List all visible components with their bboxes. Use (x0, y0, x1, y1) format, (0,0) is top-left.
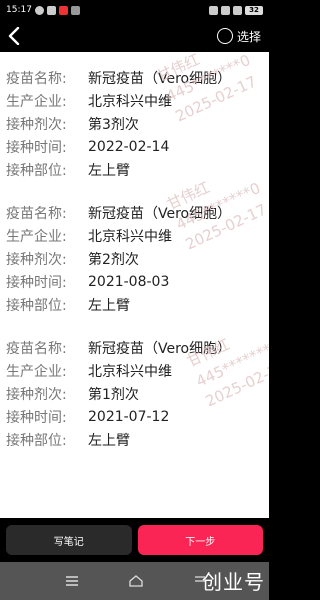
value-manufacturer: 北京科兴中维 (88, 363, 172, 380)
row-site: 接种部位: 左上臂 (6, 293, 263, 316)
value-manufacturer: 北京科兴中维 (88, 93, 172, 110)
menu-icon (66, 576, 78, 586)
status-bar: 15:17 32 (0, 0, 269, 20)
battery-icon: 32 (245, 5, 263, 15)
row-site: 接种部位: 左上臂 (6, 158, 263, 181)
app-notification-icon (46, 5, 56, 15)
value-site: 左上臂 (88, 297, 130, 314)
select-label: 选择 (236, 29, 261, 44)
value-date: 2022-02-14 (88, 138, 170, 155)
label-manufacturer: 生产企业: (6, 363, 67, 380)
value-vaccine-name: 新冠疫苗（Vero细胞） (88, 205, 232, 222)
top-bar: 选择 (0, 20, 269, 52)
row-date: 接种时间: 2022-02-14 (6, 135, 263, 158)
row-manufacturer: 生产企业: 北京科兴中维 (6, 224, 263, 247)
notification-icon (34, 5, 44, 15)
label-vaccine-name: 疫苗名称: (6, 70, 67, 87)
value-dose: 第3剂次 (88, 116, 139, 133)
alarm-icon (209, 5, 218, 15)
row-vaccine-name: 疫苗名称: 新冠疫苗（Vero细胞） (6, 66, 263, 89)
app-notification-icon-2 (58, 5, 68, 15)
row-manufacturer: 生产企业: 北京科兴中维 (6, 89, 263, 112)
home-button[interactable] (126, 571, 146, 591)
label-vaccine-name: 疫苗名称: (6, 340, 67, 357)
wifi-icon (233, 5, 242, 15)
row-date: 接种时间: 2021-08-03 (6, 270, 263, 293)
label-date: 接种时间: (6, 409, 67, 426)
row-vaccine-name: 疫苗名称: 新冠疫苗（Vero细胞） (6, 336, 263, 359)
value-manufacturer: 北京科兴中维 (88, 228, 172, 245)
label-dose: 接种剂次: (6, 251, 67, 268)
label-site: 接种部位: (6, 297, 67, 314)
row-date: 接种时间: 2021-07-12 (6, 405, 263, 428)
chevron-left-icon (8, 27, 20, 45)
home-icon (129, 575, 143, 587)
status-right: 32 (209, 5, 263, 15)
vaccination-record-list: 疫苗名称: 新冠疫苗（Vero细胞） 生产企业: 北京科兴中维 接种剂次: 第3… (0, 52, 269, 518)
vaccination-record: 疫苗名称: 新冠疫苗（Vero细胞） 生产企业: 北京科兴中维 接种剂次: 第3… (0, 66, 269, 181)
row-manufacturer: 生产企业: 北京科兴中维 (6, 359, 263, 382)
label-date: 接种时间: (6, 274, 67, 291)
label-site: 接种部位: (6, 162, 67, 179)
label-dose: 接种剂次: (6, 386, 67, 403)
status-left: 15:17 (6, 5, 80, 15)
write-note-button[interactable]: 写笔记 (6, 525, 132, 555)
value-date: 2021-08-03 (88, 273, 170, 290)
value-site: 左上臂 (88, 432, 130, 449)
value-site: 左上臂 (88, 162, 130, 179)
menu-button[interactable] (62, 571, 82, 591)
label-dose: 接种剂次: (6, 116, 67, 133)
label-manufacturer: 生产企业: (6, 93, 67, 110)
next-step-button[interactable]: 下一步 (137, 525, 263, 555)
bottom-actions: 写笔记 下一步 (0, 518, 269, 562)
row-dose: 接种剂次: 第2剂次 (6, 247, 263, 270)
label-site: 接种部位: (6, 432, 67, 449)
label-manufacturer: 生产企业: (6, 228, 67, 245)
value-vaccine-name: 新冠疫苗（Vero细胞） (88, 70, 232, 87)
value-dose: 第1剂次 (88, 386, 139, 403)
label-date: 接种时间: (6, 139, 67, 156)
row-site: 接种部位: 左上臂 (6, 428, 263, 451)
vaccination-record: 疫苗名称: 新冠疫苗（Vero细胞） 生产企业: 北京科兴中维 接种剂次: 第1… (0, 336, 269, 451)
value-dose: 第2剂次 (88, 251, 139, 268)
brand-watermark: 创业号 (202, 570, 265, 594)
value-date: 2021-07-12 (88, 408, 170, 425)
status-time: 15:17 (6, 5, 32, 15)
circle-icon (216, 28, 233, 44)
select-toggle[interactable]: 选择 (216, 28, 261, 45)
label-vaccine-name: 疫苗名称: (6, 205, 67, 222)
vaccination-record: 疫苗名称: 新冠疫苗（Vero细胞） 生产企业: 北京科兴中维 接种剂次: 第2… (0, 201, 269, 316)
value-vaccine-name: 新冠疫苗（Vero细胞） (88, 340, 232, 357)
signal-icon (221, 5, 230, 15)
app-notification-icon-3 (70, 5, 80, 15)
row-vaccine-name: 疫苗名称: 新冠疫苗（Vero细胞） (6, 201, 263, 224)
back-button[interactable] (8, 24, 30, 48)
row-dose: 接种剂次: 第1剂次 (6, 382, 263, 405)
row-dose: 接种剂次: 第3剂次 (6, 112, 263, 135)
